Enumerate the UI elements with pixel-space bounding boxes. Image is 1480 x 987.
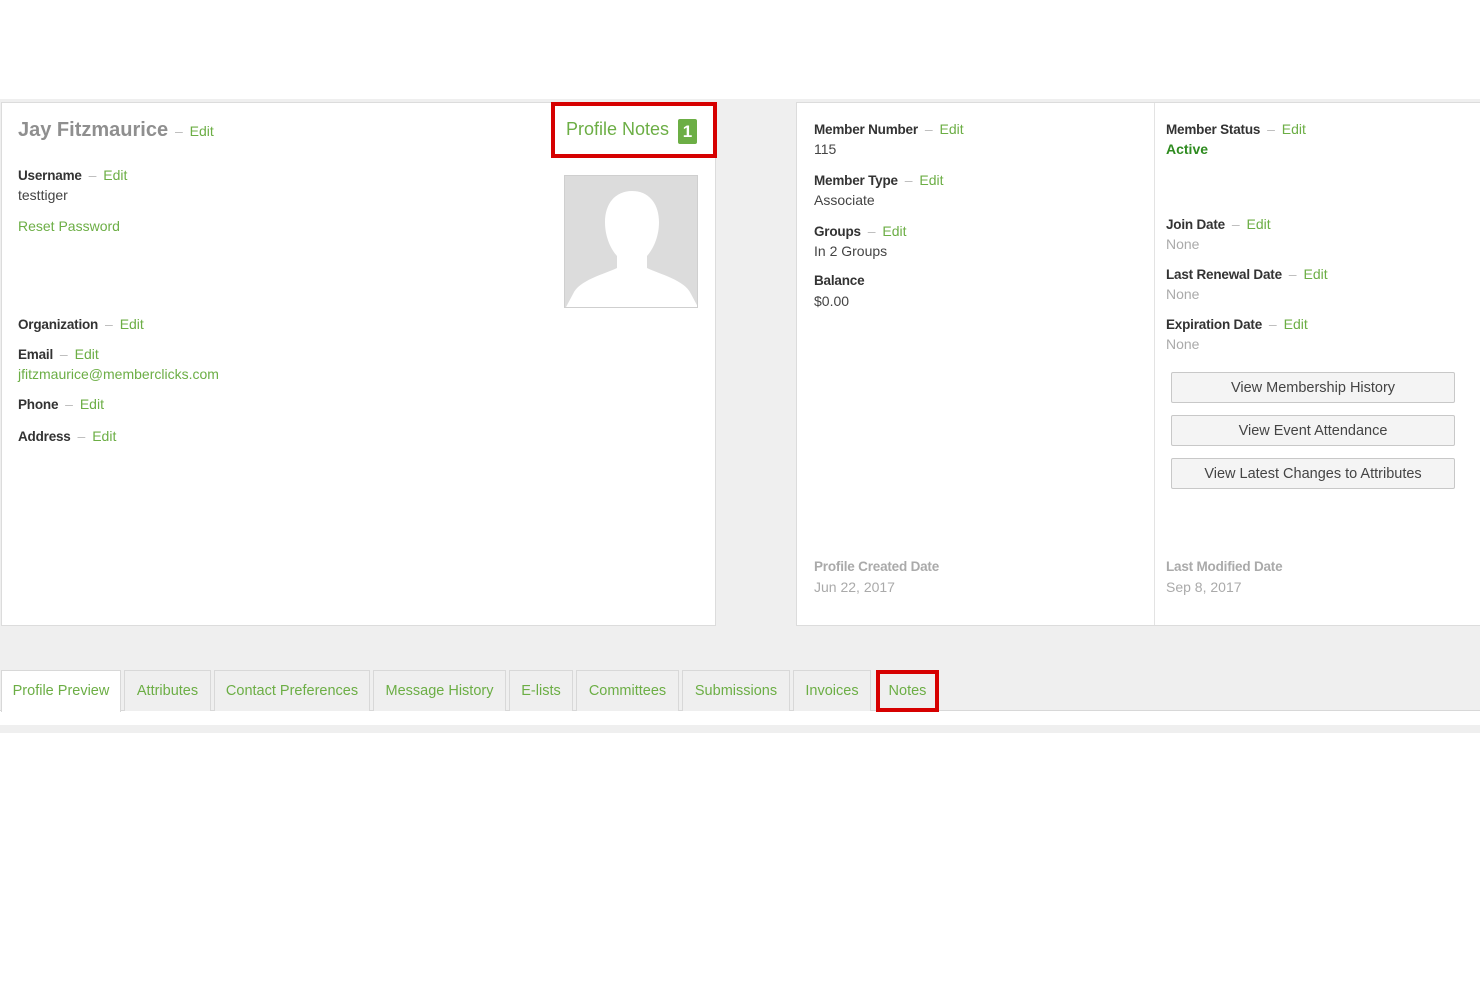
profile-created-label: Profile Created Date: [814, 559, 940, 574]
profile-notes-button[interactable]: Profile Notes 1: [551, 102, 717, 158]
dash-separator: –: [88, 167, 97, 183]
profile-name: Jay Fitzmaurice: [18, 119, 169, 141]
phone-row: Phone – Edit: [18, 396, 104, 412]
edit-email-link[interactable]: Edit: [75, 346, 99, 362]
phone-label: Phone: [18, 397, 59, 412]
dash-separator: –: [59, 346, 68, 362]
edit-organization-link[interactable]: Edit: [120, 316, 144, 332]
profile-name-row: Jay Fitzmaurice – Edit: [18, 119, 214, 142]
groups-row: Groups – Edit: [814, 223, 907, 239]
email-row: Email – Edit: [18, 346, 99, 362]
member-status-label: Member Status: [1166, 122, 1261, 137]
dash-separator: –: [867, 223, 876, 239]
expiration-row: Expiration Date – Edit: [1166, 316, 1308, 332]
edit-address-link[interactable]: Edit: [92, 428, 116, 444]
edit-member-type-link[interactable]: Edit: [919, 172, 943, 188]
tab-profile-preview[interactable]: Profile Preview: [1, 670, 121, 712]
tab-e-lists[interactable]: E-lists: [509, 670, 573, 711]
edit-member-number-link[interactable]: Edit: [940, 121, 964, 137]
edit-groups-link[interactable]: Edit: [882, 223, 906, 239]
dash-separator: –: [1267, 121, 1275, 137]
member-type-label: Member Type: [814, 173, 898, 188]
join-date-row: Join Date – Edit: [1166, 216, 1271, 232]
dash-separator: –: [77, 428, 86, 444]
dash-separator: –: [174, 123, 183, 139]
join-date-label: Join Date: [1166, 217, 1225, 232]
dash-separator: –: [1288, 266, 1297, 282]
username-label: Username: [18, 168, 82, 183]
last-renewal-value: None: [1166, 286, 1200, 302]
person-silhouette-icon: [565, 176, 697, 307]
member-status-row: Member Status – Edit: [1166, 121, 1306, 137]
view-event-attendance-button[interactable]: View Event Attendance: [1171, 415, 1455, 446]
last-modified-label: Last Modified Date: [1166, 559, 1283, 574]
column-divider: [1154, 103, 1155, 625]
email-label: Email: [18, 347, 54, 362]
username-row: Username – Edit: [18, 167, 127, 183]
organization-label: Organization: [18, 317, 99, 332]
tab-invoices[interactable]: Invoices: [793, 670, 871, 711]
username-value: testtiger: [18, 187, 68, 203]
dash-separator: –: [924, 121, 933, 137]
balance-label: Balance: [814, 273, 865, 288]
member-number-label: Member Number: [814, 122, 918, 137]
edit-expiration-link[interactable]: Edit: [1284, 316, 1308, 332]
dash-separator: –: [105, 316, 113, 332]
groups-label: Groups: [814, 224, 861, 239]
address-label: Address: [18, 429, 71, 444]
dash-separator: –: [904, 172, 913, 188]
last-renewal-label: Last Renewal Date: [1166, 267, 1282, 282]
profile-created-value: Jun 22, 2017: [814, 579, 895, 595]
balance-value: $0.00: [814, 293, 850, 309]
tab-attributes[interactable]: Attributes: [124, 670, 211, 711]
member-number-value: 115: [814, 141, 837, 157]
tab-committees[interactable]: Committees: [576, 670, 679, 711]
edit-last-renewal-link[interactable]: Edit: [1303, 266, 1327, 282]
groups-value: In 2 Groups: [814, 243, 888, 259]
profile-notes-label: Profile Notes: [566, 119, 670, 139]
profile-notes-count-badge: 1: [678, 119, 697, 144]
tab-content-strip: [0, 711, 1480, 725]
organization-row: Organization – Edit: [18, 316, 144, 332]
edit-phone-link[interactable]: Edit: [80, 396, 104, 412]
address-row: Address – Edit: [18, 428, 116, 444]
avatar: [564, 175, 698, 308]
tab-contact-preferences[interactable]: Contact Preferences: [214, 670, 370, 711]
last-modified-value: Sep 8, 2017: [1166, 579, 1242, 595]
member-status-value: Active: [1166, 141, 1209, 157]
dash-separator: –: [65, 396, 73, 412]
last-renewal-row: Last Renewal Date – Edit: [1166, 266, 1328, 282]
view-membership-history-button[interactable]: View Membership History: [1171, 372, 1455, 403]
dash-separator: –: [1231, 216, 1240, 232]
email-value-link[interactable]: jfitzmaurice@memberclicks.com: [18, 366, 219, 382]
dash-separator: –: [1268, 316, 1277, 332]
join-date-value: None: [1166, 236, 1200, 252]
tab-submissions[interactable]: Submissions: [682, 670, 790, 711]
edit-username-link[interactable]: Edit: [103, 167, 127, 183]
view-latest-changes-button[interactable]: View Latest Changes to Attributes: [1171, 458, 1455, 489]
member-number-row: Member Number – Edit: [814, 121, 964, 137]
edit-name-link[interactable]: Edit: [190, 123, 214, 139]
member-type-value: Associate: [814, 192, 875, 208]
edit-join-date-link[interactable]: Edit: [1247, 216, 1271, 232]
edit-member-status-link[interactable]: Edit: [1282, 121, 1306, 137]
member-type-row: Member Type – Edit: [814, 172, 944, 188]
expiration-value: None: [1166, 336, 1200, 352]
reset-password-link[interactable]: Reset Password: [18, 218, 120, 234]
tab-notes[interactable]: Notes: [876, 670, 939, 712]
expiration-label: Expiration Date: [1166, 317, 1263, 332]
tab-message-history[interactable]: Message History: [373, 670, 506, 711]
